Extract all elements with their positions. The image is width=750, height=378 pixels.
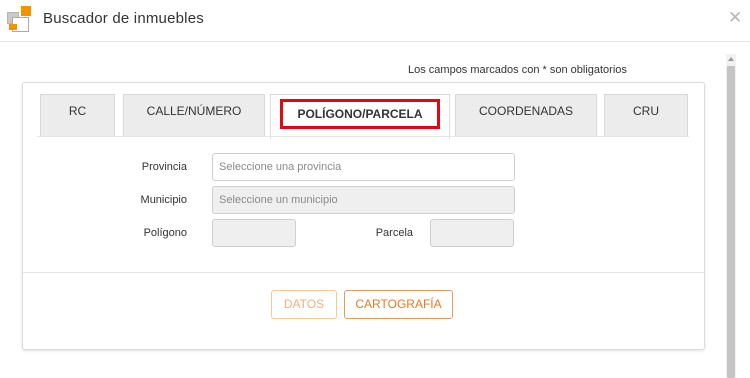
municipio-label: Municipio	[140, 194, 187, 206]
poligono-input[interactable]	[212, 219, 296, 247]
tab-rc[interactable]: RC	[40, 94, 115, 136]
vertical-scrollbar[interactable]	[726, 54, 736, 378]
tab-calle-numero[interactable]: CALLE/NÚMERO	[123, 94, 265, 136]
search-tabs: RC CALLE/NÚMERO POLÍGONO/PARCELA COORDEN…	[23, 83, 704, 139]
provincia-label: Provincia	[141, 161, 187, 173]
scrollbar-thumb[interactable]	[727, 66, 735, 378]
app-logo-icon	[7, 6, 33, 32]
cartografia-button[interactable]: CARTOGRAFÍA	[344, 290, 453, 319]
footer-divider	[23, 272, 704, 273]
parcela-input[interactable]	[430, 219, 514, 247]
search-panel: RC CALLE/NÚMERO POLÍGONO/PARCELA COORDEN…	[22, 82, 705, 350]
close-icon[interactable]: ✕	[728, 9, 742, 27]
datos-button[interactable]: DATOS	[271, 290, 337, 319]
tab-divider	[37, 136, 689, 137]
required-fields-note: Los campos marcados con * son obligatori…	[408, 64, 627, 76]
dialog-header: Buscador de inmuebles ✕	[0, 0, 750, 42]
scroll-up-arrow-icon[interactable]	[726, 54, 736, 64]
tab-cru[interactable]: CRU	[604, 94, 688, 136]
poligono-label: Polígono	[143, 227, 187, 239]
municipio-input[interactable]	[212, 186, 515, 214]
dialog-title: Buscador de inmuebles	[43, 10, 204, 27]
tab-coordenadas[interactable]: COORDENADAS	[455, 94, 597, 136]
parcela-label: Parcela	[375, 227, 413, 239]
tab-poligono-parcela-label: POLÍGONO/PARCELA	[280, 99, 440, 129]
provincia-input[interactable]	[212, 153, 515, 181]
tab-poligono-parcela[interactable]: POLÍGONO/PARCELA	[270, 94, 450, 139]
